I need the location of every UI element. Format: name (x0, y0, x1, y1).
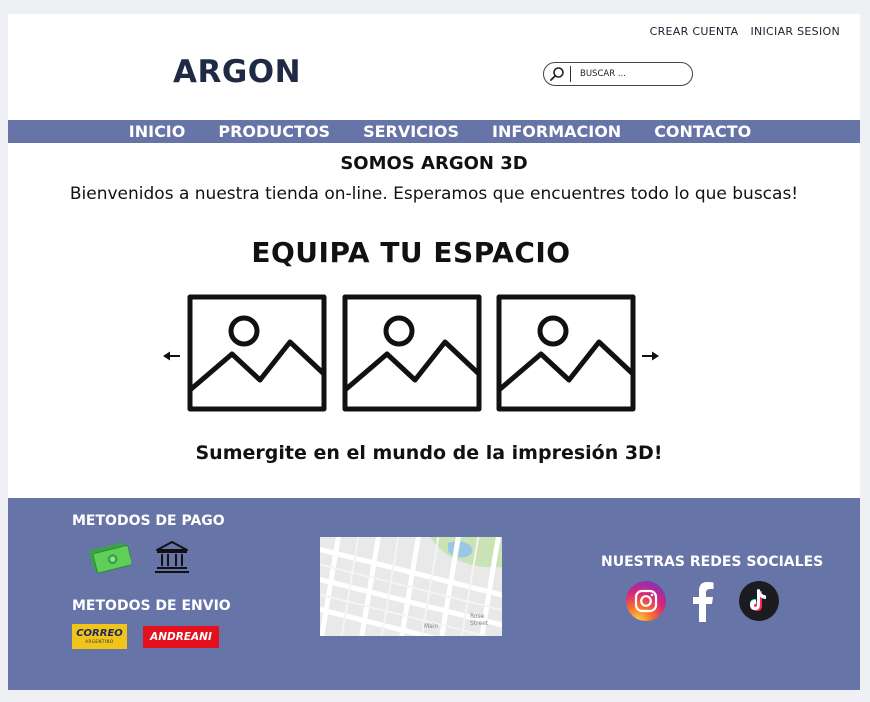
footer: METODOS DE PAGO METODOS DE ENVIO CORREO … (8, 498, 860, 690)
section-title: EQUIPA TU ESPACIO (251, 236, 571, 269)
image-placeholder-icon[interactable] (187, 294, 327, 412)
image-placeholder-icon[interactable] (496, 294, 636, 412)
image-placeholder-icon[interactable] (342, 294, 482, 412)
nav-item-productos[interactable]: PRODUCTOS (206, 122, 330, 141)
logo[interactable]: ARGON (173, 54, 301, 90)
bank-icon (155, 541, 189, 573)
location-map[interactable]: Main Rose Street (320, 537, 502, 636)
facebook-icon[interactable] (687, 580, 719, 622)
payment-methods-title: METODOS DE PAGO (72, 513, 225, 529)
arrow-right-icon[interactable] (641, 346, 659, 365)
welcome-text: Bienvenidos a nuestra tienda on-line. Es… (69, 184, 799, 204)
nav-item-servicios[interactable]: SERVICIOS (351, 122, 459, 141)
social-title: NUESTRAS REDES SOCIALES (601, 554, 824, 570)
page-title: SOMOS ARGON 3D (340, 153, 528, 174)
money-icon (89, 542, 131, 574)
tiktok-icon[interactable] (738, 580, 780, 622)
nav-item-inicio[interactable]: INICIO (117, 122, 186, 141)
shipping-methods-title: METODOS DE ENVIO (72, 598, 231, 614)
page: CREAR CUENTA INICIAR SESION ARGON INICIO… (8, 14, 860, 690)
arrow-left-icon[interactable] (163, 346, 181, 365)
search-icon[interactable] (544, 63, 570, 85)
account-links: CREAR CUENTA INICIAR SESION (650, 25, 840, 38)
instagram-icon[interactable] (625, 580, 667, 622)
nav-item-informacion[interactable]: INFORMACION (480, 122, 621, 141)
andreani-logo[interactable]: ANDREANI (143, 626, 219, 648)
search-box[interactable] (543, 62, 693, 86)
login-link[interactable]: INICIAR SESION (750, 25, 840, 38)
nav-item-contacto[interactable]: CONTACTO (642, 122, 751, 141)
correo-argentino-logo[interactable]: CORREO ARGENTINO (72, 624, 127, 649)
create-account-link[interactable]: CREAR CUENTA (650, 25, 739, 38)
tagline: Sumergite en el mundo de la impresión 3D… (195, 442, 663, 464)
main-nav: INICIO PRODUCTOS SERVICIOS INFORMACION C… (8, 120, 860, 143)
search-input[interactable] (571, 68, 682, 80)
